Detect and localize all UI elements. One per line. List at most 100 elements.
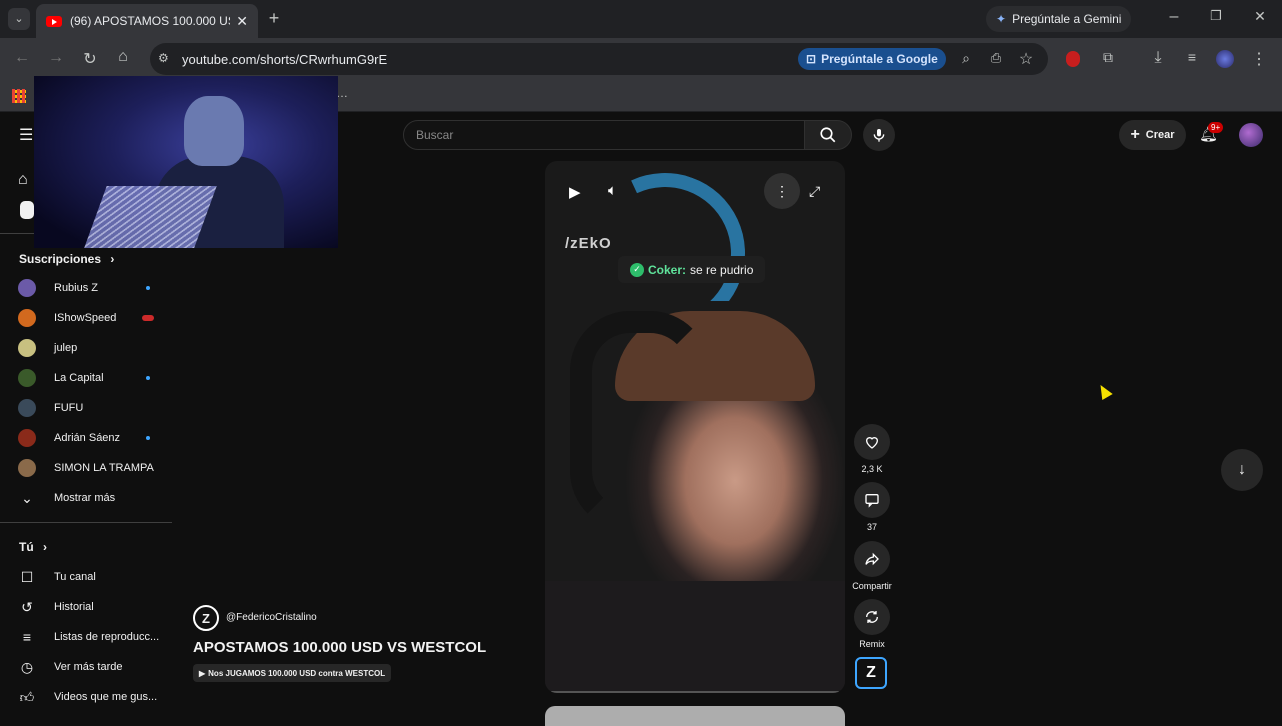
create-button[interactable]: + Crear — [1119, 120, 1186, 150]
lens-icon: ⊡ — [806, 52, 817, 66]
new-tab-icon[interactable]: + — [264, 8, 284, 28]
like-action[interactable]: 2,3 K — [853, 424, 891, 474]
plus-icon: + — [1130, 126, 1140, 143]
close-tab-icon[interactable]: ✕ — [236, 13, 248, 30]
channel-avatar — [18, 339, 36, 357]
sidebar-subscription-item[interactable]: Adrián Sáenz — [18, 424, 168, 452]
more-options-button[interactable]: ⋮ — [764, 173, 800, 209]
you-heading[interactable]: Tú › — [19, 540, 47, 554]
sidebar-subscription-item[interactable]: FUFU — [18, 394, 168, 422]
extension-red-icon[interactable] — [1066, 51, 1080, 67]
shorts-video-player[interactable]: /zEkO ✓ Coker: se re pudrio ▶ 🔈︎ ⋮ ⤢ — [545, 161, 845, 693]
channel-avatar[interactable]: Z — [193, 605, 219, 631]
gemini-label: Pregúntale a Gemini — [1012, 12, 1122, 26]
show-more-label: Mostrar más — [54, 492, 116, 504]
account-avatar[interactable] — [1239, 123, 1263, 147]
shorts-icon[interactable] — [20, 201, 34, 219]
channel-handle[interactable]: @FedericoCristalino — [226, 612, 317, 623]
share-button[interactable] — [854, 541, 890, 577]
close-window-icon[interactable]: ✕ — [1250, 8, 1270, 25]
home-icon[interactable]: ⌂ — [18, 171, 28, 189]
next-video-button[interactable]: ↓ — [1221, 449, 1263, 491]
sidebar-subscription-item[interactable]: Rubius Z — [18, 274, 168, 302]
chat-overlay: ✓ Coker: se re pudrio — [618, 256, 766, 283]
microphone-icon — [873, 129, 885, 142]
chevron-right-icon: › — [43, 540, 48, 554]
thumb-up-icon: 👍︎ — [19, 688, 35, 705]
sidebar-subscription-item[interactable]: IShowSpeed — [18, 304, 168, 332]
sidebar-subscription-item[interactable]: La Capital — [18, 364, 168, 392]
bookmark-star-icon[interactable]: ☆ — [1017, 49, 1035, 69]
sidebar-item-watch-later[interactable]: ◷ Ver más tarde — [18, 653, 168, 681]
subscriptions-heading[interactable]: Suscripciones › — [19, 252, 114, 266]
url-text: youtube.com/shorts/CRwrhumG9rE — [182, 51, 388, 67]
chrome-menu-icon[interactable]: ⋮ — [1250, 49, 1268, 69]
ask-google-label: Pregúntale a Google — [821, 52, 938, 66]
video-title[interactable]: APOSTAMOS 100.000 USD VS WESTCOL — [193, 639, 486, 656]
youtube-favicon-icon — [46, 15, 62, 27]
site-settings-icon[interactable]: ⚙ — [158, 51, 169, 65]
remix-button[interactable] — [854, 599, 890, 635]
apps-grid-icon[interactable] — [12, 89, 26, 103]
search-button[interactable] — [804, 120, 852, 150]
chevron-right-icon: › — [110, 252, 115, 266]
tab-search-icon[interactable]: ⌄ — [8, 8, 30, 30]
volume-icon[interactable]: 🔈︎ — [608, 182, 617, 199]
clock-icon: ◷ — [20, 658, 34, 675]
home-icon[interactable]: ⌂ — [113, 48, 133, 66]
extensions-icon[interactable]: ⧉ — [1099, 49, 1117, 66]
sidebar-subscription-item[interactable]: julep — [18, 334, 168, 362]
media-control-icon[interactable]: ≡ — [1183, 49, 1201, 65]
share-action[interactable]: Compartir — [852, 541, 892, 591]
minimize-icon[interactable]: – — [1164, 8, 1184, 26]
reload-icon[interactable]: ↻ — [80, 49, 100, 69]
new-content-dot — [146, 286, 150, 290]
sidebar-subscription-item[interactable]: SIMON LA TRAMPA — [18, 454, 168, 482]
sidebar-item-playlists[interactable]: ≡ Listas de reproducc... — [18, 623, 168, 651]
profile-avatar-icon[interactable] — [1216, 50, 1234, 68]
zoom-icon[interactable]: ⌕ — [957, 50, 975, 67]
browser-tab[interactable]: (96) APOSTAMOS 100.000 USD ✕ — [36, 4, 258, 38]
subscription-name: IShowSpeed — [54, 312, 117, 324]
restore-icon[interactable]: ❐ — [1206, 8, 1226, 24]
browser-toolbar: ← → ↻ ⌂ ⚙ youtube.com/shorts/CRwrhumG9rE… — [0, 38, 1282, 80]
sidebar-item-liked-videos[interactable]: 👍︎ Videos que me gus... — [18, 683, 168, 711]
play-icon: ▶ — [199, 668, 206, 678]
like-button[interactable] — [854, 424, 890, 460]
channel-avatar — [18, 369, 36, 387]
tab-title: (96) APOSTAMOS 100.000 USD — [70, 14, 231, 28]
video-watermark: /zEkO — [565, 235, 612, 252]
download-icon[interactable]: ⤓ — [1149, 49, 1167, 67]
sound-channel-avatar[interactable]: Z — [855, 657, 887, 689]
search-input[interactable]: Buscar — [403, 120, 805, 150]
show-more-button[interactable]: ⌄ Mostrar más — [18, 484, 168, 512]
comment-action[interactable]: 37 — [853, 482, 891, 532]
sidebar-divider — [0, 522, 172, 523]
fullscreen-icon[interactable]: ⤢ — [809, 183, 820, 200]
next-short-preview[interactable] — [545, 706, 845, 726]
webcam-keyboard — [81, 186, 217, 248]
forward-icon[interactable]: → — [46, 49, 66, 67]
subscription-name: La Capital — [54, 372, 104, 384]
webcam-person-head — [184, 96, 244, 166]
gemini-button[interactable]: ✦ Pregúntale a Gemini — [986, 6, 1132, 32]
browser-tab-bar: ⌄ (96) APOSTAMOS 100.000 USD ✕ + ✦ Pregú… — [0, 0, 1282, 38]
channel-avatar — [18, 279, 36, 297]
comment-count: 37 — [866, 522, 877, 532]
install-app-icon[interactable]: ⎙ — [987, 50, 1005, 66]
ask-google-button[interactable]: ⊡ Pregúntale a Google — [798, 48, 946, 70]
channel-avatar — [18, 459, 36, 477]
search-icon — [820, 127, 836, 143]
chat-username: Coker: — [648, 262, 687, 277]
voice-search-button[interactable] — [863, 119, 895, 151]
remix-action[interactable]: Remix — [853, 599, 891, 649]
sidebar-item-history[interactable]: ↺ Historial — [18, 593, 168, 621]
hamburger-menu-icon[interactable]: ☰ — [19, 125, 33, 145]
play-button[interactable]: ▶ — [569, 183, 581, 201]
progress-bar[interactable] — [551, 691, 839, 693]
related-video-chip[interactable]: ▶ Nos JUGAMOS 100.000 USD contra WESTCOL — [193, 664, 392, 682]
sidebar-item-your-channel[interactable]: ☐ Tu canal — [18, 563, 168, 591]
back-icon[interactable]: ← — [12, 49, 32, 67]
subscription-name: SIMON LA TRAMPA — [54, 462, 154, 474]
comment-button[interactable] — [854, 482, 890, 518]
